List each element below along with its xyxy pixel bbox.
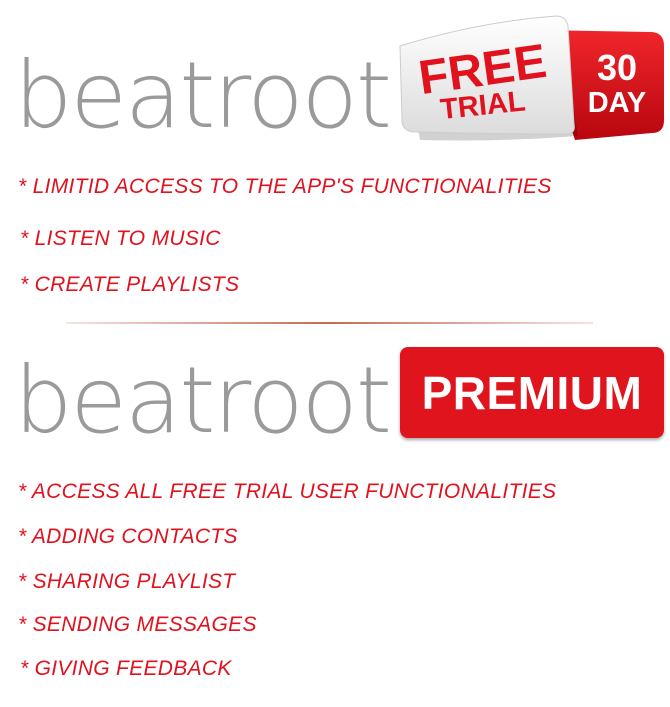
free-feature-item: * LISTEN TO MUSIC bbox=[20, 227, 221, 250]
beatroot-logo-premium: beatroot bbox=[14, 355, 392, 447]
badge-days-number: 30 bbox=[597, 47, 637, 88]
logo-text: beatroot bbox=[14, 347, 392, 454]
free-trial-30-day-badge: FREE TRIAL 30 DAY bbox=[399, 15, 664, 141]
premium-badge: PREMIUM bbox=[400, 347, 664, 438]
premium-badge-label: PREMIUM bbox=[421, 366, 643, 419]
premium-feature-item: * ACCESS ALL FREE TRIAL USER FUNCTIONALI… bbox=[18, 480, 557, 503]
premium-feature-item: * GIVING FEEDBACK bbox=[20, 657, 232, 680]
section-divider bbox=[66, 322, 593, 324]
free-feature-item: * CREATE PLAYLISTS bbox=[20, 273, 240, 296]
premium-feature-item: * ADDING CONTACTS bbox=[18, 525, 238, 548]
badge-day-label: DAY bbox=[588, 87, 647, 119]
premium-feature-item: * SENDING MESSAGES bbox=[18, 613, 257, 636]
premium-feature-item: * SHARING PLAYLIST bbox=[18, 570, 236, 593]
free-feature-item: * LIMITID ACCESS TO THE APP'S FUNCTIONAL… bbox=[18, 175, 552, 198]
